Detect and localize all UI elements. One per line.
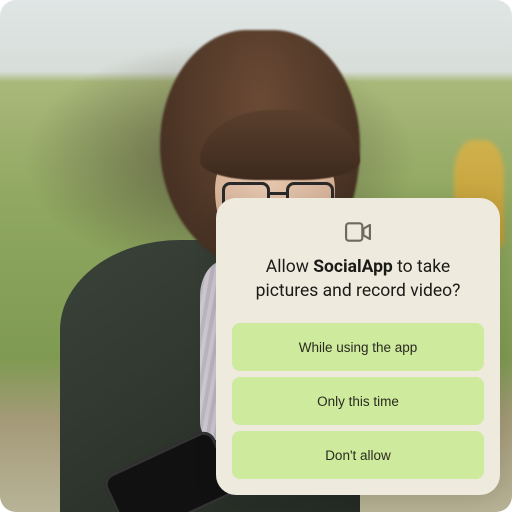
permission-dialog: Allow SocialApp to take pictures and rec…	[216, 198, 500, 495]
option-label: Only this time	[317, 394, 399, 409]
option-label: While using the app	[299, 340, 418, 355]
permission-prompt-text: Allow SocialApp to take pictures and rec…	[232, 256, 484, 303]
allow-while-using-button[interactable]: While using the app	[232, 323, 484, 371]
prompt-pre: Allow	[266, 257, 313, 277]
permission-options: While using the app Only this time Don't…	[232, 323, 484, 479]
allow-only-this-time-button[interactable]: Only this time	[232, 377, 484, 425]
camera-icon	[345, 222, 371, 242]
scene-photo-background: Allow SocialApp to take pictures and rec…	[0, 0, 512, 512]
app-name: SocialApp	[313, 257, 393, 277]
dont-allow-button[interactable]: Don't allow	[232, 431, 484, 479]
option-label: Don't allow	[325, 448, 391, 463]
